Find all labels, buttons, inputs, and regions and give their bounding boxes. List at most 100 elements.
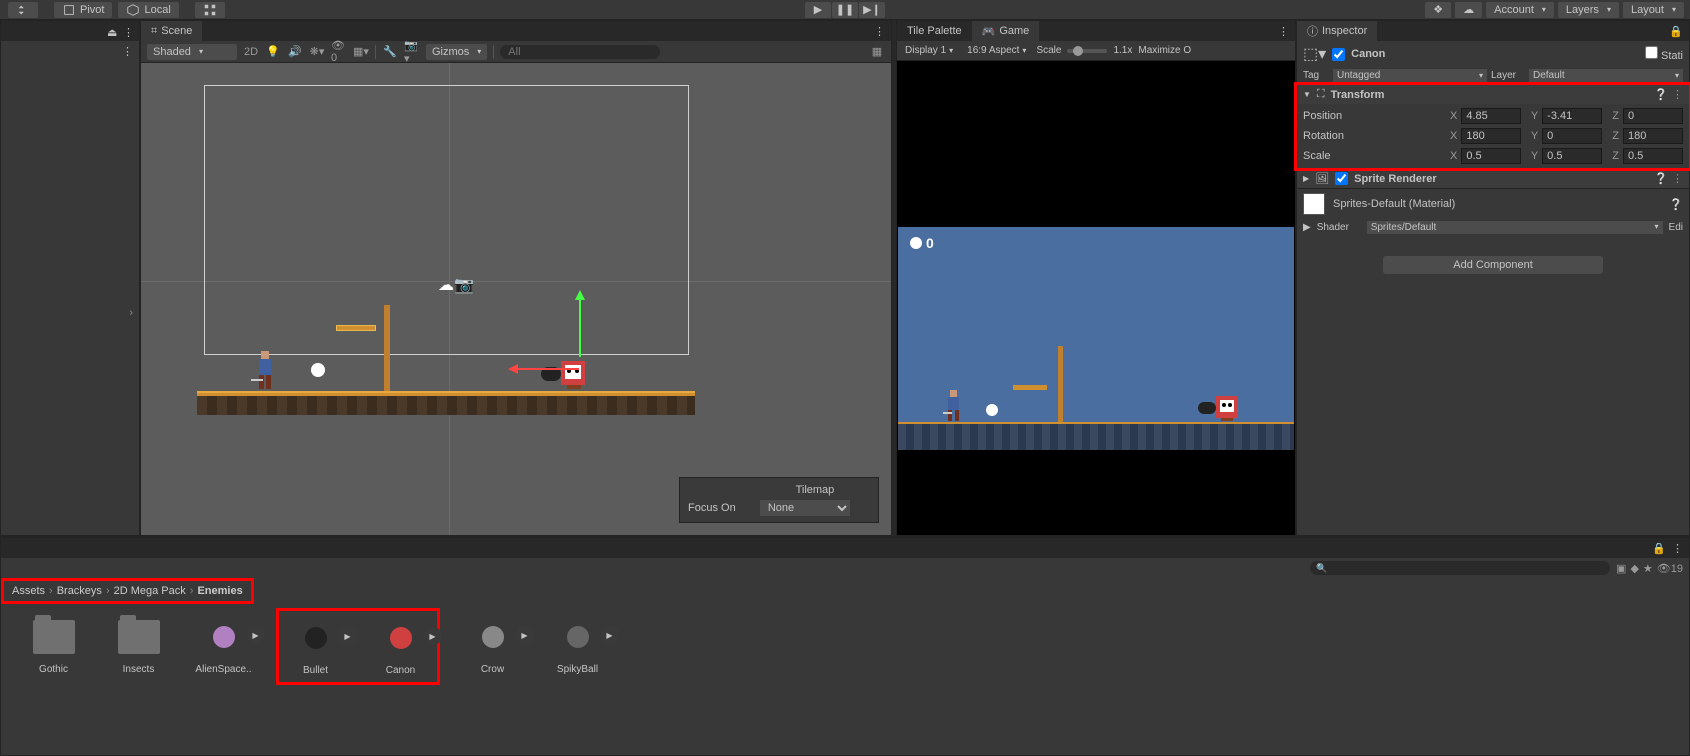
fx-icon[interactable]: ❋▾: [309, 44, 325, 60]
layout-dropdown[interactable]: Layout: [1623, 2, 1684, 18]
cloud-icon[interactable]: ☁: [1455, 2, 1482, 18]
asset-canon[interactable]: ▶Canon: [368, 617, 433, 676]
help-icon[interactable]: ❔: [1669, 198, 1683, 211]
edit-button[interactable]: Edi: [1669, 222, 1683, 233]
play-icon[interactable]: ▶: [601, 626, 619, 644]
asset-bullet[interactable]: ▶Bullet: [283, 617, 348, 676]
breadcrumb-item[interactable]: Assets: [12, 585, 45, 597]
tool-hand[interactable]: [8, 2, 38, 18]
tab-tile-palette[interactable]: Tile Palette: [897, 21, 972, 41]
rot-z-field[interactable]: [1623, 128, 1683, 144]
step-button[interactable]: ▶❙: [859, 2, 885, 18]
object-name[interactable]: Canon: [1351, 48, 1385, 60]
tag-dropdown[interactable]: Untagged: [1333, 69, 1487, 82]
pause-button[interactable]: ❚❚: [832, 2, 858, 18]
menu-icon[interactable]: ⋮: [1672, 542, 1683, 555]
breadcrumb-current[interactable]: Enemies: [197, 585, 242, 597]
scale-slider[interactable]: [1067, 49, 1107, 53]
menu-icon[interactable]: ⋮: [1672, 88, 1683, 101]
scl-y-field[interactable]: [1542, 148, 1602, 164]
asset-insects[interactable]: Insects: [106, 616, 171, 675]
focus-on-dropdown[interactable]: None: [760, 500, 850, 516]
project-search[interactable]: [1310, 561, 1610, 575]
aspect-dropdown[interactable]: 16:9 Aspect: [963, 45, 1030, 56]
menu-icon[interactable]: ⋮: [122, 45, 133, 58]
rot-y-field[interactable]: [1542, 128, 1602, 144]
lock-icon[interactable]: 🔒: [1652, 542, 1666, 555]
pos-y-field[interactable]: [1542, 108, 1602, 124]
play-icon[interactable]: ▶: [516, 626, 534, 644]
static-checkbox[interactable]: Stati: [1645, 46, 1683, 62]
tab-scene[interactable]: ⌗Scene: [141, 21, 202, 41]
pivot-toggle[interactable]: Pivot: [54, 2, 112, 18]
collab-icon[interactable]: ❖: [1425, 2, 1451, 18]
scene-viewport[interactable]: ☁📷 Tilemap Focus On None: [141, 63, 891, 535]
account-dropdown[interactable]: Account: [1486, 2, 1554, 18]
tilemap-overlay[interactable]: Tilemap Focus On None: [679, 477, 879, 523]
play-icon[interactable]: ▶: [339, 627, 357, 645]
chevron-right-icon[interactable]: ▶: [1303, 174, 1309, 183]
lighting-icon[interactable]: 💡: [265, 44, 281, 60]
scl-x-field[interactable]: [1461, 148, 1521, 164]
star-icon[interactable]: ★: [1643, 562, 1653, 575]
asset-alienspace..[interactable]: ▶AlienSpace..: [191, 616, 256, 675]
chevron-down-icon[interactable]: ▼: [1303, 90, 1311, 99]
breadcrumb[interactable]: Assets› Brackeys› 2D Mega Pack› Enemies: [1, 578, 254, 604]
lock-icon[interactable]: 🔒: [1669, 25, 1689, 38]
toggle-icon[interactable]: ▦: [869, 44, 885, 60]
menu-icon[interactable]: ⋮: [123, 26, 133, 36]
menu-icon[interactable]: ⋮: [1278, 25, 1295, 38]
fav-icon[interactable]: ◆: [1630, 562, 1638, 575]
game-icon: 🎮: [982, 25, 996, 38]
layers-dropdown[interactable]: Layers: [1558, 2, 1619, 18]
layer-dropdown[interactable]: Default: [1529, 69, 1683, 82]
breadcrumb-item[interactable]: 2D Mega Pack: [114, 585, 186, 597]
asset-spikyball[interactable]: ▶SpikyBall: [545, 616, 610, 675]
snap-toggle[interactable]: [195, 2, 225, 18]
display-dropdown[interactable]: Display 1: [901, 45, 957, 56]
play-icon[interactable]: ▶: [424, 627, 442, 645]
scl-z-field[interactable]: [1623, 148, 1683, 164]
play-button[interactable]: ▶: [805, 2, 831, 18]
asset-crow[interactable]: ▶Crow: [460, 616, 525, 675]
shader-dropdown[interactable]: Sprites/Default: [1367, 221, 1663, 234]
rot-x-field[interactable]: [1461, 128, 1521, 144]
enable-checkbox[interactable]: [1335, 172, 1348, 185]
pos-x-field[interactable]: [1461, 108, 1521, 124]
tab-inspector[interactable]: ⓘInspector: [1297, 21, 1377, 41]
mode-2d-toggle[interactable]: 2D: [243, 44, 259, 60]
game-toolbar: Display 1 16:9 Aspect Scale 1.1x Maximiz…: [897, 41, 1295, 61]
sprite-renderer-title: Sprite Renderer: [1354, 173, 1648, 185]
help-icon[interactable]: ❔: [1654, 172, 1668, 185]
chevron-right-icon[interactable]: ▶: [1303, 222, 1311, 233]
tab-game[interactable]: 🎮Game: [972, 21, 1040, 41]
filter-icon[interactable]: ▣: [1616, 562, 1626, 575]
audio-icon[interactable]: 🔊: [287, 44, 303, 60]
transform-title: Transform: [1331, 89, 1649, 101]
tool-icon[interactable]: 🔧: [382, 44, 398, 60]
chevron-right-icon[interactable]: ›: [129, 307, 133, 319]
material-swatch[interactable]: [1303, 193, 1325, 215]
game-viewport[interactable]: 0: [897, 61, 1295, 535]
play-icon[interactable]: ▶: [247, 626, 265, 644]
menu-icon[interactable]: ⋮: [874, 25, 891, 38]
hidden-toggle[interactable]: 👁19: [1657, 562, 1683, 575]
help-icon[interactable]: ❔: [1654, 88, 1668, 101]
camera-icon[interactable]: 📷▾: [404, 44, 420, 60]
pos-z-field[interactable]: [1623, 108, 1683, 124]
lock-icon[interactable]: ⏏: [107, 26, 117, 36]
rotation-label: Rotation: [1303, 130, 1441, 142]
hidden-icon[interactable]: 👁0: [331, 44, 347, 60]
draw-mode-dropdown[interactable]: Shaded: [147, 44, 237, 60]
scene-search[interactable]: [500, 45, 660, 59]
breadcrumb-item[interactable]: Brackeys: [57, 585, 102, 597]
grid-icon[interactable]: ▦▾: [353, 44, 369, 60]
gizmos-dropdown[interactable]: Gizmos: [426, 44, 487, 60]
asset-gothic[interactable]: Gothic: [21, 616, 86, 675]
camera-gizmo-icon: ☁📷: [438, 275, 474, 295]
local-toggle[interactable]: Local: [118, 2, 178, 18]
active-checkbox[interactable]: [1332, 48, 1345, 61]
menu-icon[interactable]: ⋮: [1672, 172, 1683, 185]
maximize-button[interactable]: Maximize O: [1138, 45, 1191, 56]
add-component-button[interactable]: Add Component: [1383, 256, 1603, 274]
